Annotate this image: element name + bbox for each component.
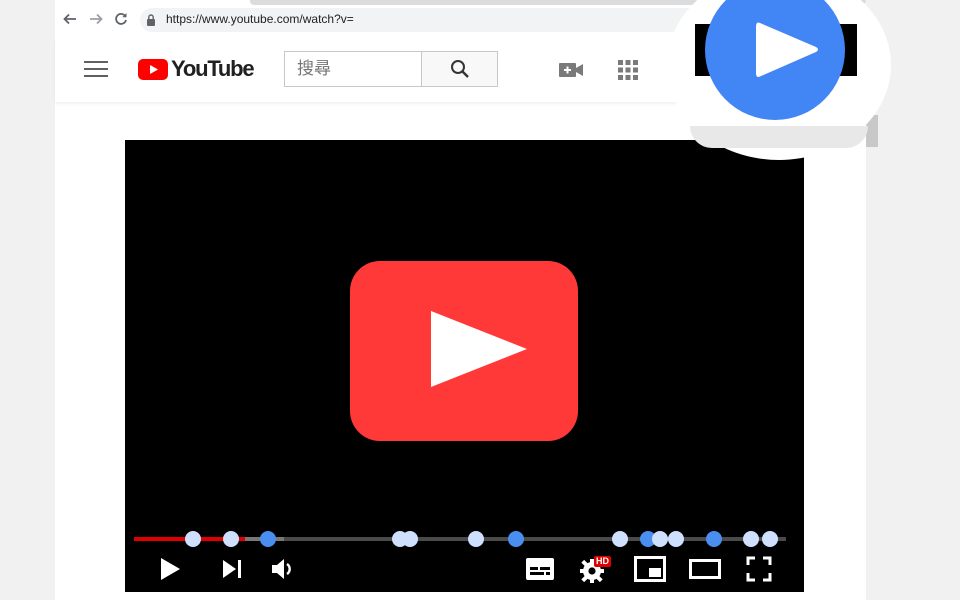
hd-badge: HD (594, 556, 611, 567)
progress-marker[interactable] (743, 531, 759, 547)
theater-mode-icon (689, 559, 721, 579)
youtube-logo-text[interactable]: YouTube (171, 56, 255, 82)
progress-marker[interactable] (508, 531, 524, 547)
arrow-right-icon (90, 13, 103, 25)
subtitles-button[interactable] (525, 556, 555, 582)
video-camera-plus-icon[interactable] (558, 60, 584, 80)
progress-marker[interactable] (652, 531, 668, 547)
subtitles-icon (526, 558, 554, 580)
progress-marker[interactable] (668, 531, 684, 547)
fullscreen-button[interactable] (745, 555, 773, 583)
lock-icon (147, 14, 155, 26)
miniplayer-button[interactable] (633, 555, 667, 583)
youtube-logo-icon[interactable] (138, 59, 168, 80)
fullscreen-icon (746, 556, 772, 582)
page-left-margin (0, 0, 55, 600)
arrow-left-icon (63, 13, 76, 25)
extension-play-icon (756, 22, 818, 77)
hamburger-icon[interactable] (84, 61, 108, 79)
forward-button[interactable] (87, 10, 105, 28)
progress-marker[interactable] (185, 531, 201, 547)
skip-next-icon (223, 560, 241, 578)
big-play-triangle (431, 311, 527, 387)
volume-icon (272, 559, 291, 579)
volume-button[interactable] (269, 556, 295, 582)
extension-badge-gray-band (690, 126, 868, 148)
progress-marker[interactable] (260, 531, 276, 547)
search-button[interactable] (422, 51, 498, 87)
play-icon (161, 558, 180, 580)
progress-marker[interactable] (612, 531, 628, 547)
progress-marker[interactable] (223, 531, 239, 547)
play-button[interactable] (158, 556, 182, 582)
theater-mode-button[interactable] (688, 557, 722, 581)
next-button[interactable] (220, 557, 244, 581)
apps-grid-icon[interactable] (617, 59, 639, 81)
search-icon (450, 60, 469, 78)
reload-icon (115, 13, 127, 25)
search-input[interactable] (284, 51, 422, 87)
address-bar-url: https://www.youtube.com/watch?v= (166, 12, 354, 26)
progress-marker[interactable] (762, 531, 778, 547)
reload-button[interactable] (112, 10, 130, 28)
miniplayer-icon (634, 556, 666, 582)
back-button[interactable] (61, 10, 79, 28)
progress-marker[interactable] (402, 531, 418, 547)
progress-marker[interactable] (468, 531, 484, 547)
progress-marker[interactable] (706, 531, 722, 547)
settings-button[interactable]: HD (580, 554, 614, 584)
